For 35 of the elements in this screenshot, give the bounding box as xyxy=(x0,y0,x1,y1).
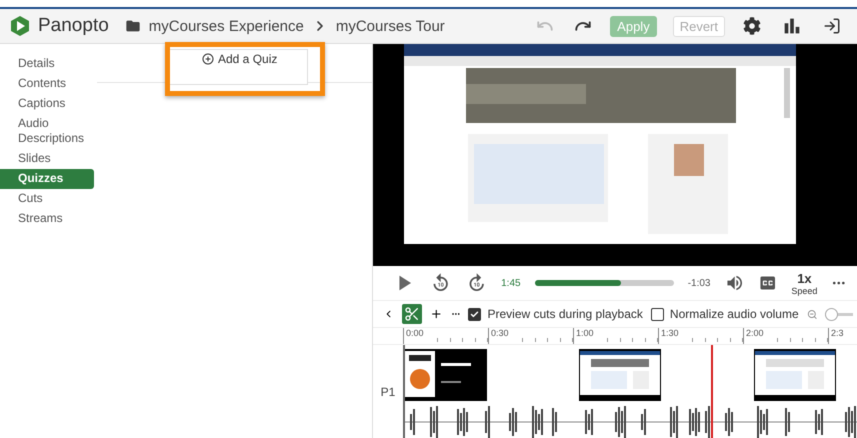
breadcrumb-item[interactable]: myCourses Tour xyxy=(336,18,445,34)
settings-icon[interactable] xyxy=(743,17,761,35)
add-icon xyxy=(202,53,214,65)
check-icon xyxy=(470,310,480,318)
progress-bar[interactable] xyxy=(534,280,674,286)
slider-thumb[interactable] xyxy=(825,308,838,320)
checkbox-option[interactable]: Preview cuts during playback xyxy=(468,307,643,321)
sidebar-item[interactable]: Slides xyxy=(0,149,94,169)
remaining-time: -1:03 xyxy=(688,278,710,288)
checkbox[interactable] xyxy=(650,308,664,320)
exit-icon[interactable] xyxy=(823,17,841,35)
time-tick: 2:3 xyxy=(830,328,845,340)
time-tick: 1:30 xyxy=(660,328,680,340)
app-logo: Panopto xyxy=(38,15,109,37)
logo-icon xyxy=(10,16,30,36)
track-label: P1 xyxy=(380,384,396,398)
time-tick: 0:00 xyxy=(405,328,425,340)
sidebar-item[interactable]: Contents xyxy=(0,74,94,94)
checkbox-option[interactable]: Normalize audio volume xyxy=(650,307,799,321)
sidebar-item[interactable]: Streams xyxy=(0,209,94,229)
sidebar-item[interactable]: Quizzes xyxy=(0,169,94,189)
sidebar-item[interactable]: Cuts xyxy=(0,189,94,209)
sidebar-item[interactable]: Captions xyxy=(0,94,94,114)
breadcrumb-item[interactable]: myCourses Experience xyxy=(148,18,304,34)
time-tick: 2:00 xyxy=(745,328,765,340)
folder-icon xyxy=(124,18,141,34)
current-time: 1:45 xyxy=(501,278,521,288)
sidebar-item[interactable]: Audio Descriptions xyxy=(0,114,94,149)
time-tick: 1:00 xyxy=(575,328,595,340)
speed-button[interactable]: 1x Speed xyxy=(791,270,818,296)
volume-icon[interactable] xyxy=(724,273,744,293)
time-tick: 0:30 xyxy=(490,328,510,340)
scissors-icon[interactable] xyxy=(402,304,422,324)
sidebar-item[interactable]: Details xyxy=(0,54,94,74)
checkbox[interactable] xyxy=(468,308,482,320)
